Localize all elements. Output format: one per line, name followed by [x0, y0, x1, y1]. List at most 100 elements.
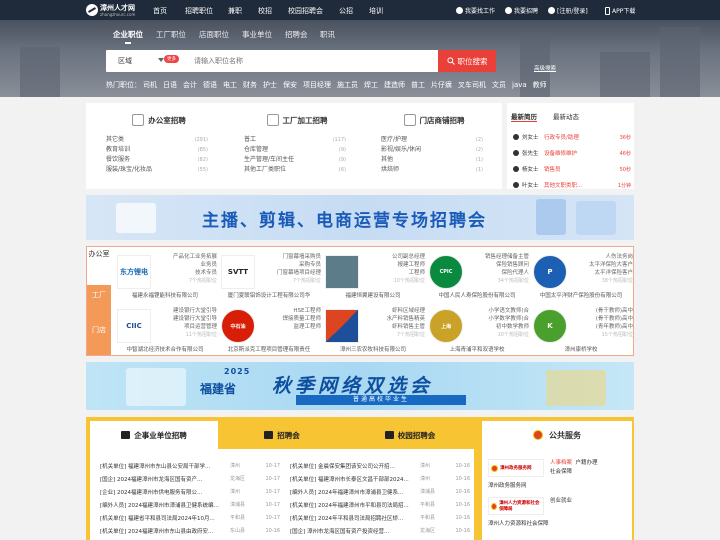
tab-latest-activity[interactable]: 最新动态	[553, 111, 579, 121]
search-tab-news[interactable]: 职讯	[320, 29, 335, 40]
live-commerce-fair-banner[interactable]: 主播、剪辑、电商运营专场招聘会	[86, 195, 634, 240]
company-job[interactable]: 太平洋保险大客户	[569, 261, 633, 269]
hot-job[interactable]: 财务	[243, 81, 257, 89]
site-logo[interactable]: 漳州人才网 zhangzhourc.com	[86, 3, 148, 17]
company-job[interactable]: 人伤法务岗	[569, 253, 633, 261]
category-header[interactable]: 工厂加工招聘	[234, 111, 360, 129]
news-row[interactable]: [编外人员] 2024年福建漳州市漳浦县卫健系... 漳浦县 10-16	[290, 485, 470, 498]
hot-job[interactable]: 普工	[411, 81, 425, 89]
tab-jobfair[interactable]: 招聘会	[218, 421, 346, 449]
recruit-link[interactable]: 我要招聘	[505, 6, 538, 15]
service-item[interactable]: 漳州政务服务网 人事档案 户籍办理 社会保障 漳州政务服务网	[488, 459, 628, 499]
category-item[interactable]: 其他工厂类职位 (6)	[244, 165, 346, 175]
find-job-link[interactable]: 我要找工作	[456, 6, 495, 15]
search-button[interactable]: 职位搜索	[438, 50, 496, 72]
category-item[interactable]: 其它类 (291)	[106, 135, 208, 145]
login-link[interactable]: [注册/登录]	[548, 6, 588, 15]
company-card[interactable]: CPIC 销售经理储备主管 保险销售顾问 保险代理人 34个热招职位 中国人民人寿保险…	[425, 249, 529, 299]
search-input[interactable]	[194, 55, 454, 67]
category-item[interactable]: 生产管理/车间主任 (9)	[244, 155, 346, 165]
service-item[interactable]: 漳州人力资源和社会保障局 创业就业 漳州人力资源和社会保障	[488, 497, 628, 537]
hot-job[interactable]: 护士	[263, 81, 277, 89]
service-link[interactable]: 社会保障	[550, 469, 572, 475]
company-job[interactable]: 公司副总经理	[361, 253, 425, 261]
hot-job[interactable]: 焊工	[364, 81, 378, 89]
search-tab-store[interactable]: 店面职位	[199, 29, 229, 40]
hot-job[interactable]: java	[512, 81, 527, 89]
company-card[interactable]: SVTT 门窗幕墙采购员 采购专员 门窗幕墙项目经理 7个热招职位 厦门夏联铝饰设计工…	[217, 249, 321, 299]
hot-job[interactable]: 德语	[203, 81, 217, 89]
hot-job[interactable]: 电工	[223, 81, 237, 89]
hot-job[interactable]: 项目经理	[303, 81, 331, 89]
company-card[interactable]: 上海 小学语文教师(合 小学数学教师(合 初中数学教师 10个热招职位 上海青浦平和双…	[425, 303, 529, 353]
resume-row[interactable]: 张先生 设备维修维护 46秒	[513, 148, 631, 158]
company-job[interactable]: 初中数学教师	[465, 323, 529, 331]
nav-campus[interactable]: 校招	[258, 6, 272, 16]
nav-jobs[interactable]: 招聘职位	[185, 6, 213, 16]
nav-public[interactable]: 公招	[339, 6, 353, 16]
news-row[interactable]: [机关单位] 福建漳州市长泰区文昌干部部2024... 漳州 10-16	[290, 472, 470, 485]
tab-store[interactable]: 门店	[87, 320, 111, 355]
tab-institution-jobs[interactable]: 企事业单位招聘	[90, 421, 218, 449]
company-job[interactable]: 保险代理人	[465, 269, 529, 277]
news-row[interactable]: [机关单位] 2024年平和县司法局招聘社区矫... 平和县 10-16	[290, 511, 470, 524]
hot-job[interactable]: 保安	[283, 81, 297, 89]
company-job[interactable]: (青年教师)高中	[569, 323, 633, 331]
service-link[interactable]: 户籍办理	[576, 460, 598, 466]
hot-job[interactable]: 施工员	[337, 81, 358, 89]
news-row[interactable]: [国企] 2024福建漳州市龙海区国有资产... 龙海区 10-17	[100, 472, 280, 485]
category-item[interactable]: 影视/娱乐/休闲 (2)	[381, 145, 483, 155]
company-job[interactable]: 产品化工业务拓展	[153, 253, 217, 261]
news-row[interactable]: [机关单位] 福建漳州市东山县公安局干部学... 漳州 10-17	[100, 459, 280, 472]
news-row[interactable]: [机关单位] 福建省平和县司法局2024年10月... 平和县 10-17	[100, 511, 280, 524]
hot-job[interactable]: 会计	[183, 81, 197, 89]
tab-office[interactable]: 办公室	[87, 247, 111, 285]
company-job[interactable]: 虾料区域经理	[361, 307, 425, 315]
company-card[interactable]: CIIC 建设银行大堂引导 建设银行大堂引导 项目运营管理 11个热招职位 中智湖北经…	[113, 303, 217, 353]
company-job[interactable]: 小学语文教师(合	[465, 307, 529, 315]
company-job[interactable]: 销售经理储备主管	[465, 253, 529, 261]
news-row[interactable]: [机关单位] 2024年福建漳州市平和县司法局招... 平和县 10-16	[290, 498, 470, 511]
hot-job[interactable]: 司机	[143, 81, 157, 89]
tab-campus-jobfair[interactable]: 校园招聘会	[346, 421, 474, 449]
service-link[interactable]: 人事档案	[550, 460, 572, 466]
nav-parttime[interactable]: 兼职	[228, 6, 242, 16]
company-card[interactable]: P 人伤法务岗 太平洋保险大客户 太平洋保险客户 38个热招职位 中国太平洋财产保险股…	[529, 249, 633, 299]
company-job[interactable]: 小学数学教师(合	[465, 315, 529, 323]
company-job[interactable]: 水产料销售精英	[361, 315, 425, 323]
company-job[interactable]: 门窗幕墙采购员	[257, 253, 321, 261]
company-job[interactable]: 业务员	[153, 261, 217, 269]
category-header[interactable]: 办公室招聘	[96, 111, 222, 129]
company-job[interactable]: 项目运营管理	[153, 323, 217, 331]
category-item[interactable]: 教育培训 (85)	[106, 145, 208, 155]
category-item[interactable]: 餐饮服务 (82)	[106, 155, 208, 165]
company-job[interactable]: 保险销售顾问	[465, 261, 529, 269]
autumn-online-fair-banner[interactable]: 2025 福建省 秋季网络双选会 普通高校毕业生	[86, 362, 634, 410]
company-job[interactable]: 太平洋保险客户	[569, 269, 633, 277]
category-item[interactable]: 烘焙师 (1)	[381, 165, 483, 175]
company-job[interactable]: 建设银行大堂引导	[153, 315, 217, 323]
search-tab-enterprise[interactable]: 企业职位	[113, 29, 143, 44]
company-job[interactable]: 门窗幕墙项目经理	[257, 269, 321, 277]
category-item[interactable]: 其他 (1)	[381, 155, 483, 165]
news-row[interactable]: [企业] 2024福建漳州市供电服务有限公... 漳州 10-17	[100, 485, 280, 498]
company-job[interactable]: HSE工程师	[257, 307, 321, 315]
news-row[interactable]: [机关单位] 2024福建漳州市东山县由政府安... 东山县 10-16	[100, 524, 280, 537]
company-job[interactable]: (骨干教师)高中	[569, 307, 633, 315]
news-row[interactable]: [国企] 漳州市龙海区国有资产投资经营... 龙海区 10-16	[290, 524, 470, 537]
category-item[interactable]: 服装/珠宝/化妆品 (55)	[106, 165, 208, 175]
resume-row[interactable]: 杨女士 销售员 50秒	[513, 164, 631, 174]
resume-row[interactable]: 叶女士 其他文职类职... 1分钟	[513, 180, 631, 190]
hot-job[interactable]: 片仔癀	[431, 81, 452, 89]
category-item[interactable]: 普工 (117)	[244, 135, 346, 145]
hot-job[interactable]: 建造师	[384, 81, 405, 89]
more-badge[interactable]: 更多	[164, 55, 179, 63]
service-link[interactable]: 创业就业	[550, 498, 572, 504]
search-tab-jobfair[interactable]: 招聘会	[285, 29, 308, 40]
search-tab-institution[interactable]: 事业单位	[242, 29, 272, 40]
company-job[interactable]: (骨干教师)高中	[569, 315, 633, 323]
company-card[interactable]: 公司副总经理 报建工程师 工程师 10个热招职位 福建恒翼建设有限公司	[321, 249, 425, 299]
company-job[interactable]: 焊接质量工程师	[257, 315, 321, 323]
company-card[interactable]: 虾料区域经理 水产料销售精英 虾料销售主管 7个热招职位 漳州三农农牧科技有限公司	[321, 303, 425, 353]
region-select[interactable]: 区域	[118, 56, 132, 66]
